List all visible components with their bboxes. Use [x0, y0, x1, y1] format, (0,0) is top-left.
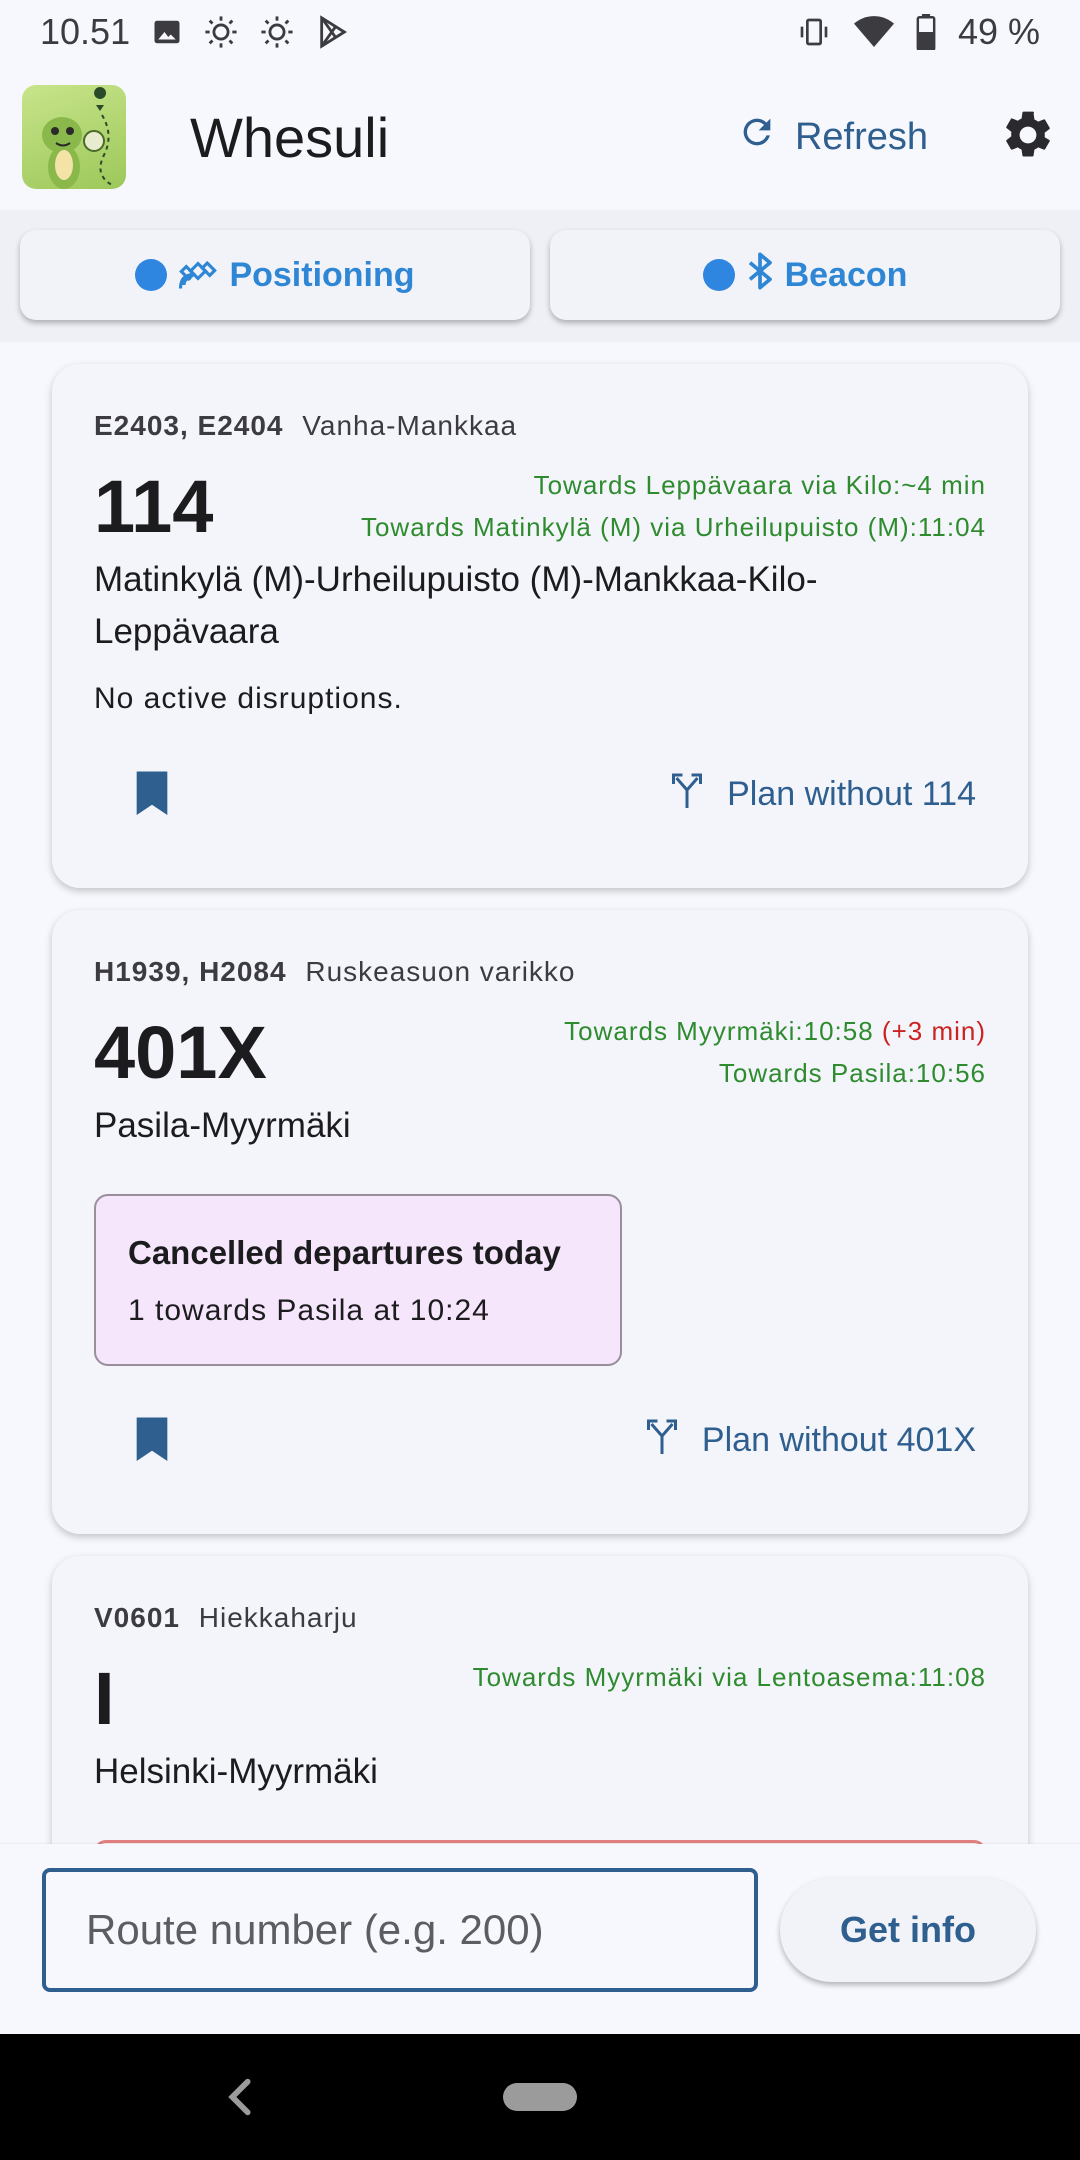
depot-name: Ruskeasuon varikko: [305, 956, 576, 987]
departure-text: Towards Myyrmäki:10:58: [564, 1016, 874, 1046]
route-card: V0601 Hiekkaharju I Towards Myyrmäki via…: [52, 1556, 1028, 1844]
bookmark-icon: [134, 1415, 170, 1466]
departures: Towards Myyrmäki via Lentoasema:11:08: [473, 1656, 986, 1698]
card-actions: Plan without 114: [94, 764, 986, 824]
positioning-label: Positioning: [229, 255, 415, 294]
app-bar: Whesuli Refresh: [0, 64, 1080, 210]
cancelled-departures-box: Cancelled departures today 1 towards Pas…: [94, 1194, 622, 1366]
fork-icon: [669, 770, 705, 819]
refresh-button[interactable]: Refresh: [709, 100, 956, 174]
departure-line: Towards Leppävaara via Kilo:~4 min: [533, 470, 986, 500]
battery-icon: [916, 14, 936, 50]
route-card: H1939, H2084 Ruskeasuon varikko 401X Tow…: [52, 910, 1028, 1534]
app-logo: [22, 85, 126, 189]
vehicle-list: H1939, H2084: [94, 956, 287, 987]
brightness-icon: [204, 15, 238, 49]
bluetooth-icon: [745, 251, 775, 300]
beacon-label: Beacon: [784, 255, 908, 294]
play-store-icon: [316, 15, 350, 49]
home-pill[interactable]: [503, 2083, 577, 2111]
gallery-icon: [152, 17, 182, 47]
vehicle-ids: V0601 Hiekkaharju: [94, 1602, 358, 1634]
departure-line: Towards Myyrmäki via Lentoasema:11:08: [472, 1662, 986, 1692]
plan-without-label: Plan without 114: [727, 774, 976, 813]
card-actions: Plan without 401X: [94, 1410, 986, 1470]
route-number: 114: [94, 465, 214, 548]
brightness-icon: [260, 15, 294, 49]
system-nav-bar: [0, 2034, 1080, 2160]
route-number: I: [94, 1657, 115, 1740]
cancelled-title: Cancelled departures today: [128, 1234, 561, 1271]
cancelled-text: 1 towards Pasila at 10:24: [128, 1294, 490, 1327]
refresh-icon: [737, 112, 777, 162]
vehicle-list: V0601: [94, 1602, 180, 1633]
plan-without-button[interactable]: Plan without 401X: [644, 1416, 986, 1465]
status-time: 10.51: [40, 11, 131, 52]
departure-line: Towards Myyrmäki:10:58 (+3 min): [564, 1010, 986, 1052]
status-bar: 10.51 49 %: [0, 0, 1080, 64]
positioning-button[interactable]: Positioning: [20, 230, 530, 320]
route-number-input[interactable]: [42, 1868, 758, 1992]
bookmark-icon: [134, 769, 170, 820]
mode-segment-row: Positioning Beacon: [0, 210, 1080, 342]
departures: Towards Myyrmäki:10:58 (+3 min) Towards …: [564, 1010, 986, 1094]
status-dot-icon: [702, 259, 735, 291]
departure-line: Towards Pasila:10:56: [718, 1058, 986, 1088]
route-card-list: E2403, E2404 Vanha-Mankkaa 114 Towards L…: [0, 342, 1080, 1844]
settings-button[interactable]: [998, 107, 1058, 167]
delay-badge: (+3 min): [881, 1016, 986, 1046]
refresh-label: Refresh: [794, 115, 928, 158]
vehicle-ids: H1939, H2084 Ruskeasuon varikko: [94, 956, 575, 988]
route-card: E2403, E2404 Vanha-Mankkaa 114 Towards L…: [52, 364, 1028, 888]
gear-icon: [1000, 107, 1056, 168]
battery-percent: 49 %: [957, 11, 1040, 52]
route-name-line: Leppävaara: [94, 612, 279, 651]
route-search-bar: Get info: [0, 1844, 1080, 2034]
route-number: 401X: [94, 1011, 267, 1094]
vibrate-icon: [796, 16, 832, 48]
disruption-status: No active disruptions.: [94, 682, 403, 715]
fork-icon: [644, 1416, 680, 1465]
plan-without-label: Plan without 401X: [701, 1420, 976, 1459]
status-dot-icon: [135, 259, 168, 291]
back-chevron-icon: [220, 2078, 260, 2124]
wifi-icon: [853, 15, 894, 49]
vehicle-list: E2403, E2404: [94, 410, 284, 441]
route-name: Pasila-Myyrmäki: [94, 1106, 351, 1145]
beacon-button[interactable]: Beacon: [550, 230, 1060, 320]
route-name: Matinkylä (M)-Urheilupuisto (M)-Mankkaa-…: [94, 554, 817, 658]
departure-line: Towards Matinkylä (M) via Urheilupuisto …: [360, 512, 986, 542]
bookmark-button[interactable]: [122, 1410, 182, 1470]
plan-without-button[interactable]: Plan without 114: [669, 770, 986, 819]
bookmark-button[interactable]: [122, 764, 182, 824]
app-title: Whesuli: [190, 105, 390, 169]
depot-name: Hiekkaharju: [198, 1602, 358, 1633]
satellite-icon: [177, 250, 219, 301]
route-name: Helsinki-Myyrmäki: [94, 1752, 378, 1791]
departures: Towards Leppävaara via Kilo:~4 min Towar…: [361, 464, 986, 548]
get-info-button[interactable]: Get info: [780, 1878, 1036, 1982]
route-name-line: Matinkylä (M)-Urheilupuisto (M)-Mankkaa-…: [94, 560, 818, 599]
back-button[interactable]: [220, 2074, 260, 2120]
vehicle-ids: E2403, E2404 Vanha-Mankkaa: [94, 410, 517, 442]
depot-name: Vanha-Mankkaa: [302, 410, 518, 441]
